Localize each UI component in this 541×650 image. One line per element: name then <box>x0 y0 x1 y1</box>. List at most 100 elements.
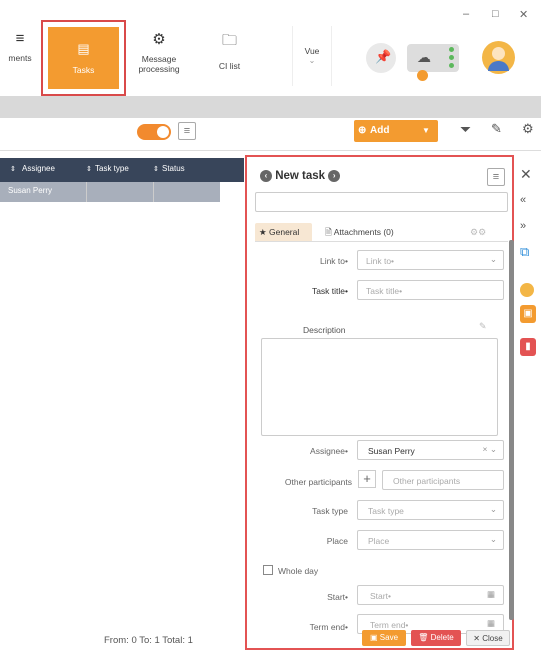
close-panel-icon[interactable]: ✕ <box>520 166 532 183</box>
cloud-icon: ☁ <box>417 49 431 65</box>
tasks-icon: ▤ <box>77 41 90 56</box>
tab-attachments[interactable]: 🗎 Attachments (0) <box>325 227 394 241</box>
other-participants-placeholder: Other participants <box>393 476 461 486</box>
sort-icon[interactable]: ⇕ <box>86 165 92 173</box>
settings-icon[interactable]: ⚙ <box>522 121 534 137</box>
column-header-task-type[interactable]: Task type <box>95 164 129 173</box>
link-to-select[interactable]: Link to• ⌄ <box>357 250 504 270</box>
toolbar-item-documents-label: ments <box>8 53 32 63</box>
save-icon: ▣ <box>369 633 378 642</box>
clear-chevron-icon[interactable]: × ⌄ <box>483 444 497 455</box>
calendar-icon[interactable]: ▦ <box>487 618 495 629</box>
panel-menu-button[interactable]: ≡ <box>487 168 505 186</box>
start-label: Start• <box>327 592 348 602</box>
menu-icon: ≡ <box>15 30 25 47</box>
list-icon: ≡ <box>183 125 191 137</box>
panel-title-text: New task <box>275 170 326 183</box>
close-icon: ✕ <box>473 634 480 643</box>
avatar-face-icon <box>492 47 505 60</box>
chevron-down-icon: ⌄ <box>489 534 497 544</box>
term-end-placeholder: Term end• <box>370 620 409 630</box>
chevron-down-icon: ⌄ <box>308 56 316 65</box>
task-type-placeholder: Task type <box>368 506 404 516</box>
cell-divider <box>153 182 154 202</box>
view-toggle[interactable] <box>137 124 171 140</box>
chevron-down-icon: ⌄ <box>489 504 497 514</box>
edit-columns-icon[interactable]: ✎ <box>491 121 502 137</box>
tasks-button[interactable]: ▤ Tasks <box>48 27 119 89</box>
assignee-select[interactable]: Susan Perry × ⌄ <box>357 440 504 460</box>
toolbar-item-message-processing-label: Message processing <box>138 54 180 74</box>
description-toolbar-icon[interactable]: ✎ <box>479 321 487 332</box>
collapse-left-icon[interactable]: « <box>520 194 526 206</box>
link-to-label: Link to• <box>319 256 348 266</box>
sort-icon[interactable]: ⇕ <box>153 165 159 173</box>
back-icon[interactable]: ‹ <box>260 170 272 182</box>
task-title-placeholder: Task title• <box>366 286 403 296</box>
add-label: Add <box>370 125 390 136</box>
column-header-assignee[interactable]: Assignee <box>22 164 55 173</box>
column-header-status[interactable]: Status <box>162 164 185 173</box>
panel-search-field[interactable] <box>255 192 508 212</box>
start-placeholder: Start• <box>370 591 391 601</box>
whole-day-checkbox[interactable] <box>263 565 273 575</box>
toolbar-item-documents[interactable]: ≡ ments <box>0 26 40 86</box>
link-to-placeholder: Link to• <box>366 256 395 266</box>
toolbar-item-ci-list-label: CI list <box>218 61 241 71</box>
tab-general[interactable]: ★ General <box>255 223 312 241</box>
tab-general-label: General <box>269 227 300 237</box>
list-view-button[interactable]: ≡ <box>178 122 196 140</box>
table-row[interactable]: Susan Perry <box>0 182 220 202</box>
tab-attachments-label: Attachments (0) <box>333 227 394 237</box>
toolbar-item-ci-list[interactable]: 🗀 CI list <box>207 26 252 86</box>
cloud-status-button[interactable]: ☁ <box>407 44 459 81</box>
save-side-icon[interactable]: ▣ <box>520 305 536 323</box>
trash-icon: 🗑 <box>418 633 429 642</box>
chevron-down-icon: ⌄ <box>489 254 497 264</box>
add-button[interactable]: ⊕ Add ▼ <box>354 120 438 142</box>
filter-icon[interactable]: ⏷ <box>460 121 471 138</box>
assignee-label: Assignee• <box>310 446 348 456</box>
calendar-icon[interactable]: ▦ <box>487 589 495 600</box>
tab-tools-icon[interactable]: ⚙⚙ <box>470 227 486 238</box>
task-type-label: Task type <box>312 506 348 516</box>
view-selector[interactable]: Vue ⌄ <box>292 26 332 86</box>
expand-right-icon[interactable]: » <box>520 220 526 232</box>
folder-icon: 🗀 <box>221 32 237 49</box>
smiley-icon[interactable] <box>520 283 534 297</box>
chevron-down-icon: ▼ <box>422 126 430 135</box>
message-processing-icon: ⚙ <box>152 31 166 48</box>
forward-icon[interactable]: › <box>328 170 341 182</box>
sort-icon[interactable]: ⇕ <box>10 165 16 173</box>
pin-icon: 📌 <box>375 49 392 64</box>
place-select[interactable]: Place ⌄ <box>357 530 504 550</box>
minimize-icon[interactable]: – <box>463 8 469 20</box>
tabs-divider <box>255 241 508 242</box>
task-type-select[interactable]: Task type ⌄ <box>357 500 504 520</box>
toolbar-item-tasks[interactable]: ▤ Tasks <box>41 20 126 96</box>
description-textarea[interactable] <box>261 338 498 436</box>
whole-day-label: Whole day <box>278 566 319 576</box>
delete-label: Delete <box>430 633 454 642</box>
add-icon: ⊕ <box>358 125 367 136</box>
close-button[interactable]: ✕ Close <box>466 630 510 646</box>
close-label: Close <box>482 634 503 643</box>
open-external-icon[interactable]: ⧉ <box>520 244 529 260</box>
status-dot-icon <box>449 63 454 68</box>
maximize-icon[interactable]: □ <box>492 8 499 20</box>
table-header: Assignee Task type Status ⇕ ⇕ ⇕ <box>0 158 244 182</box>
place-placeholder: Place <box>368 536 390 546</box>
save-button[interactable]: ▣ Save <box>362 630 406 646</box>
delete-button[interactable]: 🗑 Delete <box>411 630 461 646</box>
start-input[interactable]: Start• ▦ <box>357 585 504 605</box>
task-title-input[interactable]: Task title• <box>357 280 504 300</box>
cell-divider <box>86 182 87 202</box>
avatar[interactable] <box>482 41 515 74</box>
other-participants-input[interactable]: Other participants <box>382 470 504 490</box>
status-dot-icon <box>449 47 454 52</box>
delete-side-icon[interactable]: ▮ <box>520 338 536 356</box>
add-participant-button[interactable]: + <box>358 470 376 488</box>
panel-scrollbar[interactable] <box>509 240 514 620</box>
toolbar-item-message-processing[interactable]: ⚙ Message processing <box>128 26 190 86</box>
notification-button[interactable]: 📌 <box>366 43 396 73</box>
